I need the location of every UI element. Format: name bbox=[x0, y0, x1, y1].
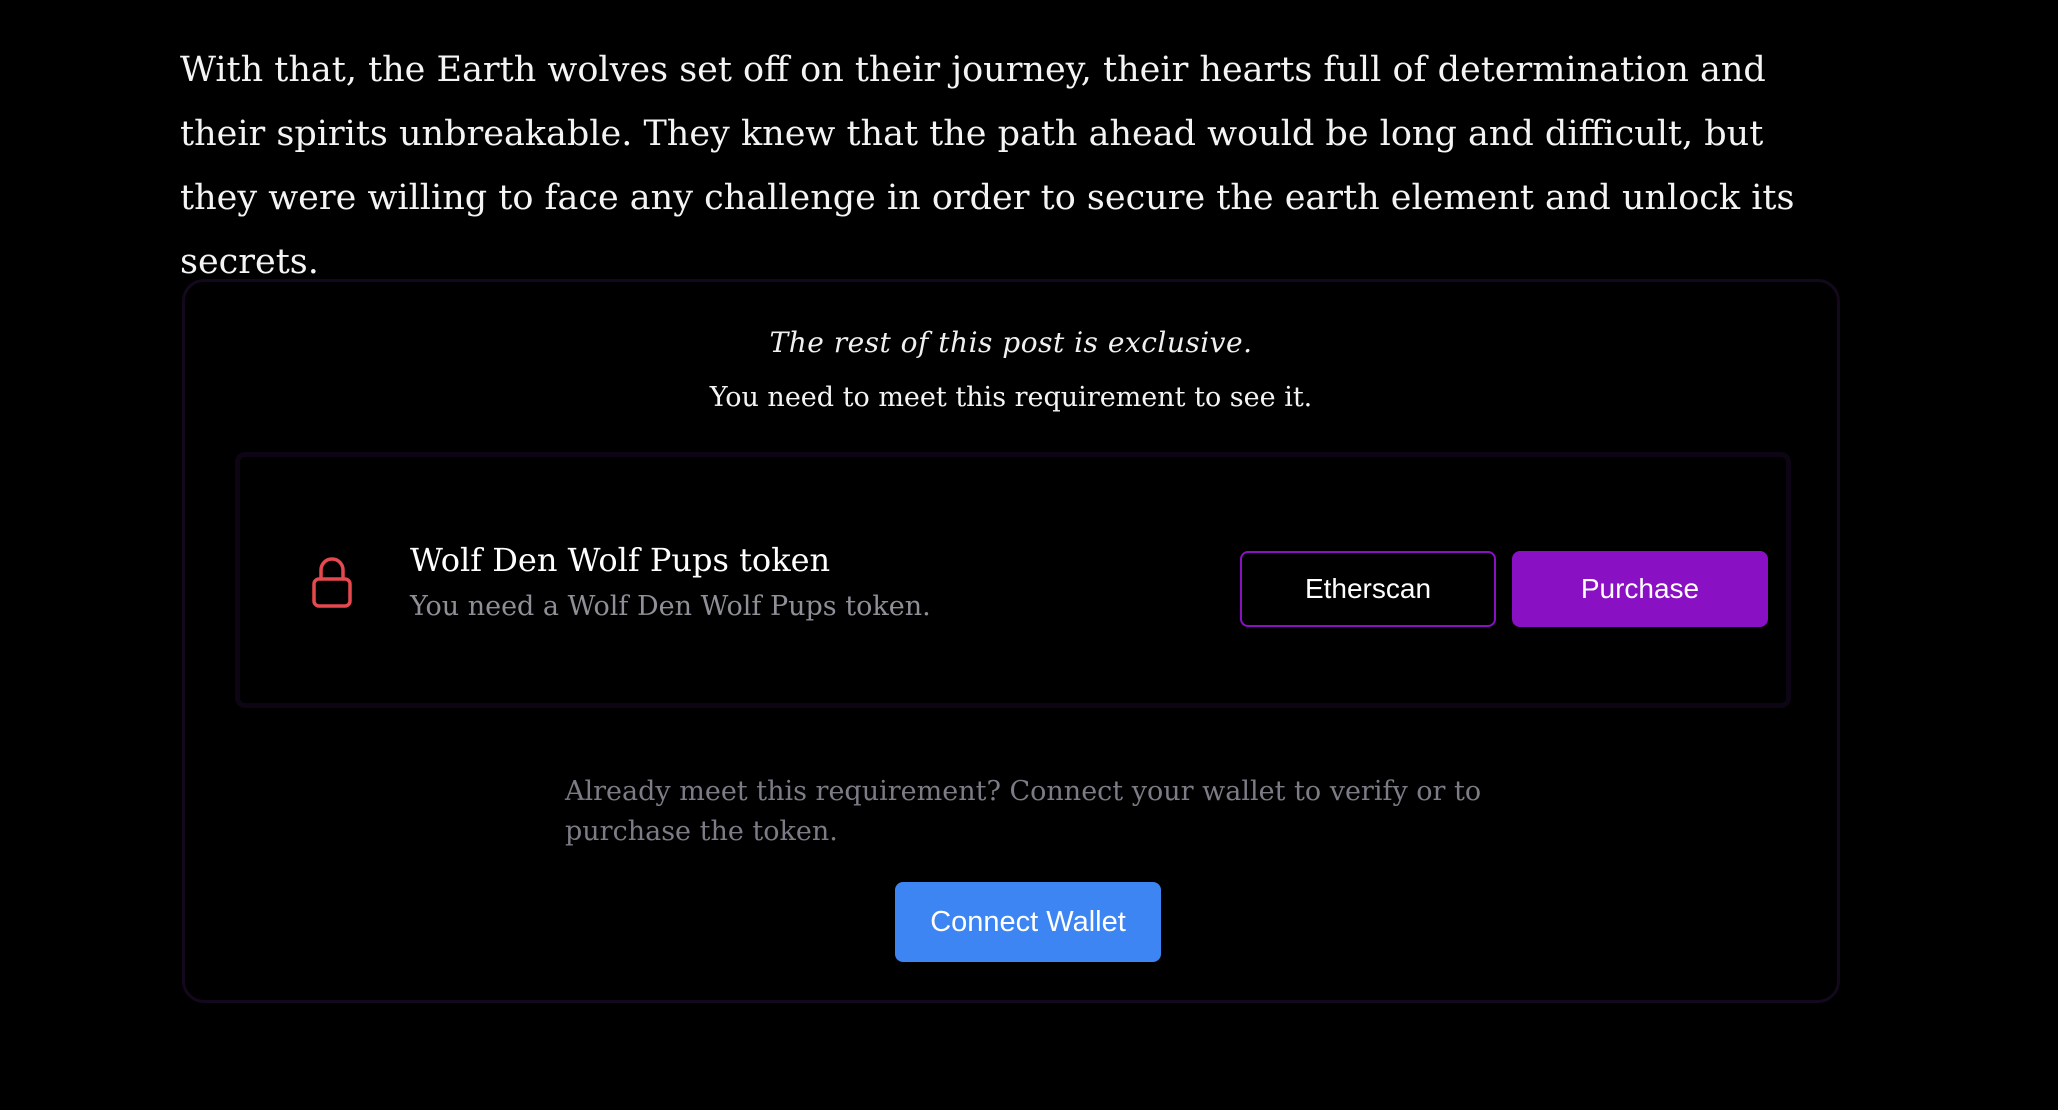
gate-heading: The rest of this post is exclusive. bbox=[769, 326, 1253, 359]
requirement-title: Wolf Den Wolf Pups token bbox=[410, 541, 831, 579]
token-gate-card: The rest of this post is exclusive. You … bbox=[182, 279, 1840, 1003]
requirement-box: Wolf Den Wolf Pups token You need a Wolf… bbox=[235, 452, 1791, 708]
gate-subheading: You need to meet this requirement to see… bbox=[709, 382, 1313, 413]
connect-wallet-button[interactable]: Connect Wallet bbox=[895, 882, 1161, 962]
article-paragraph: With that, the Earth wolves set off on t… bbox=[180, 50, 1795, 282]
requirement-description: You need a Wolf Den Wolf Pups token. bbox=[410, 591, 931, 622]
etherscan-button[interactable]: Etherscan bbox=[1240, 551, 1496, 627]
wallet-note: Already meet this requirement? Connect y… bbox=[565, 776, 1482, 847]
lock-icon bbox=[310, 555, 354, 609]
purchase-button[interactable]: Purchase bbox=[1512, 551, 1768, 627]
